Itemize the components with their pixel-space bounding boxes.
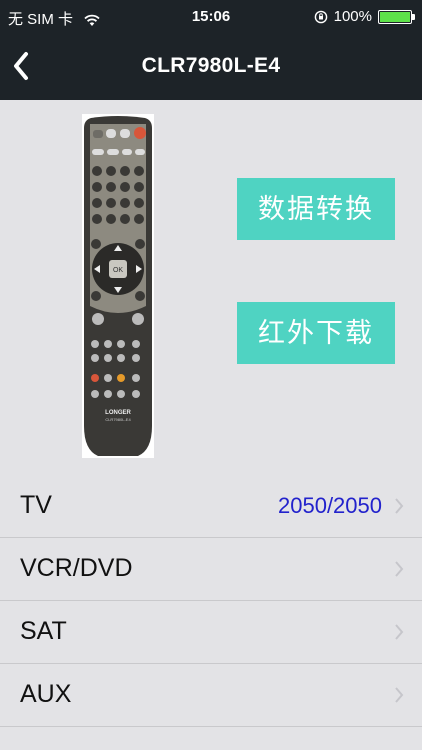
- battery-icon: [378, 9, 415, 24]
- page-title: CLR7980L-E4: [141, 54, 281, 77]
- content: OK LONGER CLR7980L-E4 数据转换 红外下载 TV 2050/…: [0, 100, 422, 750]
- device-label: SAT: [20, 617, 67, 645]
- device-code: 2050/2050: [278, 493, 382, 518]
- device-row-vcr-dvd[interactable]: VCR/DVD: [0, 538, 422, 601]
- chevron-right-icon: [395, 624, 404, 640]
- device-row-tv[interactable]: TV 2050/2050: [0, 475, 422, 538]
- device-row-aux[interactable]: AUX: [0, 664, 422, 727]
- device-label: TV: [20, 491, 52, 519]
- chevron-right-icon: [395, 687, 404, 703]
- remote-image: OK LONGER CLR7980L-E4: [82, 114, 154, 458]
- status-bar: 无 SIM 卡 15:06 100%: [0, 0, 422, 34]
- device-label: VCR/DVD: [20, 554, 133, 582]
- battery-percent: 100%: [333, 8, 372, 25]
- chevron-right-icon: [395, 498, 404, 514]
- data-convert-button[interactable]: 数据转换: [237, 178, 395, 240]
- device-row-sat[interactable]: SAT: [0, 601, 422, 664]
- ir-download-button[interactable]: 红外下载: [237, 302, 395, 364]
- remote-brand-text: LONGER: [105, 410, 131, 416]
- screen: 无 SIM 卡 15:06 100% CLR7980L-E4 OK LONGER…: [0, 0, 422, 750]
- top-bar: 无 SIM 卡 15:06 100% CLR7980L-E4: [0, 0, 422, 100]
- rotation-lock-icon: [314, 10, 327, 23]
- device-label: AUX: [20, 680, 72, 708]
- status-right: 100%: [314, 8, 415, 25]
- chevron-right-icon: [395, 561, 404, 577]
- remote-model-text: CLR7980L-E4: [105, 417, 131, 422]
- device-list: TV 2050/2050 VCR/DVD SAT AUX: [0, 475, 422, 727]
- navigation-bar: CLR7980L-E4: [0, 34, 422, 100]
- remote-control-graphic: OK LONGER CLR7980L-E4: [84, 116, 152, 456]
- svg-text:OK: OK: [113, 267, 123, 274]
